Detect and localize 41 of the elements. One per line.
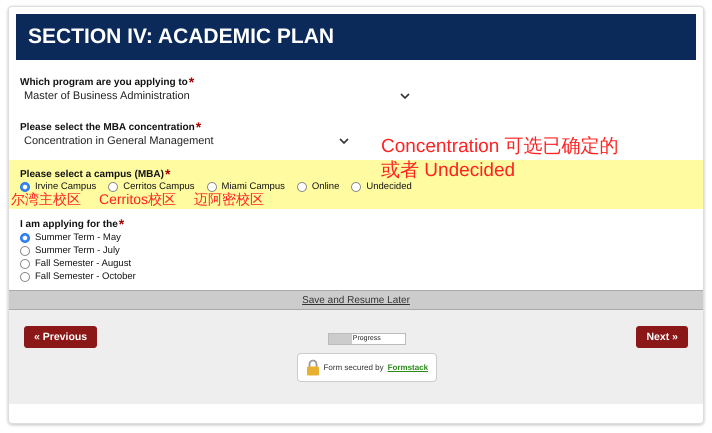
radio-button[interactable] <box>20 258 30 268</box>
field-label: I am applying for the <box>20 219 118 230</box>
annotation-text: 迈阿密校区 <box>194 192 264 207</box>
next-button[interactable]: Next » <box>636 326 688 348</box>
required-mark: * <box>196 122 202 132</box>
lock-icon <box>306 359 320 376</box>
radio-button[interactable] <box>20 182 30 192</box>
required-mark: * <box>164 169 170 179</box>
radio-label[interactable]: Summer Term - July <box>35 245 120 256</box>
required-mark: * <box>118 219 124 229</box>
secured-text: Form secured by <box>324 363 384 372</box>
radio-label[interactable]: Fall Semester - October <box>35 271 136 282</box>
radio-button[interactable] <box>206 182 217 192</box>
radio-button[interactable] <box>20 232 30 242</box>
annotation-note: Concentration 可选已确定的 或者 Undecided <box>381 135 619 182</box>
annotation-text: Cerritos校区 <box>99 192 176 207</box>
field-label: Which program are you applying to <box>20 77 188 88</box>
radio-label[interactable]: Cerritos Campus <box>123 181 195 192</box>
previous-button[interactable]: « Previous <box>24 326 98 348</box>
radio-label[interactable]: Irvine Campus <box>35 181 96 192</box>
annotation-text: 尔湾主校区 <box>11 192 81 207</box>
radio-button[interactable] <box>20 272 30 282</box>
save-resume-link[interactable]: Save and Resume Later <box>302 294 410 306</box>
section-title: SECTION IV: ACADEMIC PLAN <box>28 25 334 49</box>
radio-label[interactable]: Fall Semester - August <box>35 258 132 269</box>
radio-label[interactable]: Online <box>312 181 340 192</box>
radio-button[interactable] <box>20 246 30 256</box>
radio-button[interactable] <box>296 182 307 192</box>
dropdown-field[interactable]: Concentration in General Management <box>20 133 353 149</box>
field-label: Please select a campus (MBA) <box>20 169 164 180</box>
dropdown-field[interactable]: Master of Business Administration <box>20 88 414 104</box>
chevron-icon <box>339 138 349 144</box>
radio-label[interactable]: Summer Term - May <box>35 232 121 243</box>
radio-label[interactable]: Undecided <box>366 181 412 192</box>
formstack-link[interactable]: Formstack <box>388 363 428 372</box>
required-mark: * <box>188 77 194 87</box>
field-label: Please select the MBA concentration <box>20 122 195 133</box>
radio-button[interactable] <box>351 182 362 192</box>
chevron-icon <box>400 93 410 99</box>
radio-label[interactable]: Miami Campus <box>222 181 285 192</box>
radio-button[interactable] <box>108 182 118 192</box>
